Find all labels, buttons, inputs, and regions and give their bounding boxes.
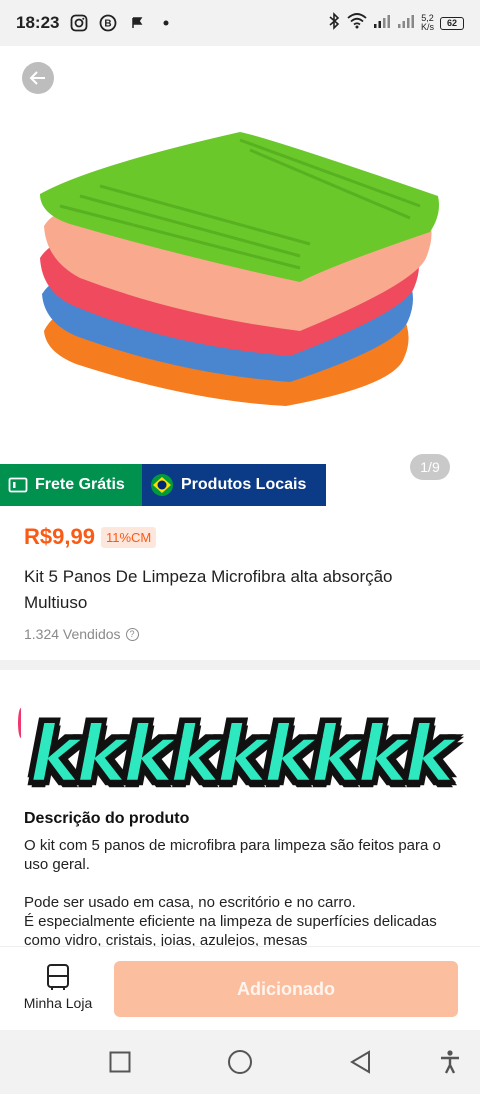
truck-icon bbox=[8, 477, 28, 493]
overlay-sticker-text: kkkkkkkkk bbox=[28, 709, 458, 802]
home-button[interactable] bbox=[226, 1048, 254, 1076]
signal-icon-2 bbox=[397, 13, 415, 34]
wifi-icon bbox=[347, 12, 367, 34]
net-speed: 5,2 K/s bbox=[421, 14, 434, 32]
sold-count: 1.324 Vendidos ? bbox=[24, 626, 456, 642]
product-image-gallery[interactable]: 1/9 bbox=[0, 46, 480, 506]
status-bar: 18:23 B 5,2 K/s 62 bbox=[0, 0, 480, 46]
sold-count-text: 1.324 Vendidos bbox=[24, 626, 121, 642]
b-icon: B bbox=[98, 13, 118, 33]
discount-badge: 11%CM bbox=[100, 526, 157, 548]
bottom-action-bar: Minha Loja Adicionado bbox=[0, 946, 480, 1030]
image-counter: 1/9 bbox=[410, 454, 450, 480]
product-info: R$9,99 11%CM Kit 5 Panos De Limpeza Micr… bbox=[0, 506, 480, 660]
store-icon bbox=[47, 964, 69, 990]
dot-icon bbox=[156, 13, 176, 33]
accessibility-button[interactable] bbox=[436, 1048, 464, 1076]
badge-banner: Frete Grátis Produtos Locais bbox=[0, 464, 326, 506]
add-button[interactable]: Adicionado bbox=[114, 961, 458, 1017]
my-store-button[interactable]: Minha Loja bbox=[20, 963, 96, 1011]
square-nav-icon bbox=[109, 1051, 131, 1073]
accessibility-icon bbox=[441, 1050, 459, 1074]
free-shipping-label: Frete Grátis bbox=[35, 476, 125, 493]
product-title: Kit 5 Panos De Limpeza Microfibra alta a… bbox=[24, 567, 393, 612]
instagram-icon bbox=[69, 13, 89, 33]
system-nav-bar bbox=[0, 1030, 480, 1094]
system-back-button[interactable] bbox=[346, 1048, 374, 1076]
my-store-label: Minha Loja bbox=[23, 995, 93, 1011]
description-body: O kit com 5 panos de microfibra para lim… bbox=[24, 837, 441, 946]
back-arrow-icon bbox=[29, 71, 45, 85]
recent-apps-button[interactable] bbox=[106, 1048, 134, 1076]
section-divider bbox=[0, 660, 480, 670]
overlay-sticker: kkkkkkkkk bbox=[0, 690, 480, 820]
brazil-flag-icon bbox=[151, 474, 173, 496]
help-icon[interactable]: ? bbox=[125, 627, 139, 641]
signal-icon bbox=[373, 13, 391, 34]
flag-icon bbox=[127, 13, 147, 33]
product-image bbox=[40, 132, 439, 406]
net-speed-unit: K/s bbox=[420, 22, 434, 32]
back-nav-icon bbox=[350, 1050, 370, 1074]
svg-text:B: B bbox=[105, 19, 112, 30]
back-button[interactable] bbox=[22, 62, 54, 94]
battery-icon: 62 bbox=[440, 16, 464, 30]
local-products-badge: Produtos Locais bbox=[142, 464, 326, 506]
description-section: Descrição do produto O kit com 5 panos d… bbox=[0, 670, 480, 946]
price-row: R$9,99 11%CM bbox=[24, 524, 456, 550]
status-time: 18:23 bbox=[16, 13, 60, 32]
free-shipping-badge: Frete Grátis bbox=[0, 464, 142, 506]
bluetooth-icon bbox=[327, 11, 341, 35]
local-products-label: Produtos Locais bbox=[181, 476, 307, 493]
product-price: R$9,99 bbox=[24, 524, 95, 549]
circle-nav-icon bbox=[228, 1050, 252, 1074]
